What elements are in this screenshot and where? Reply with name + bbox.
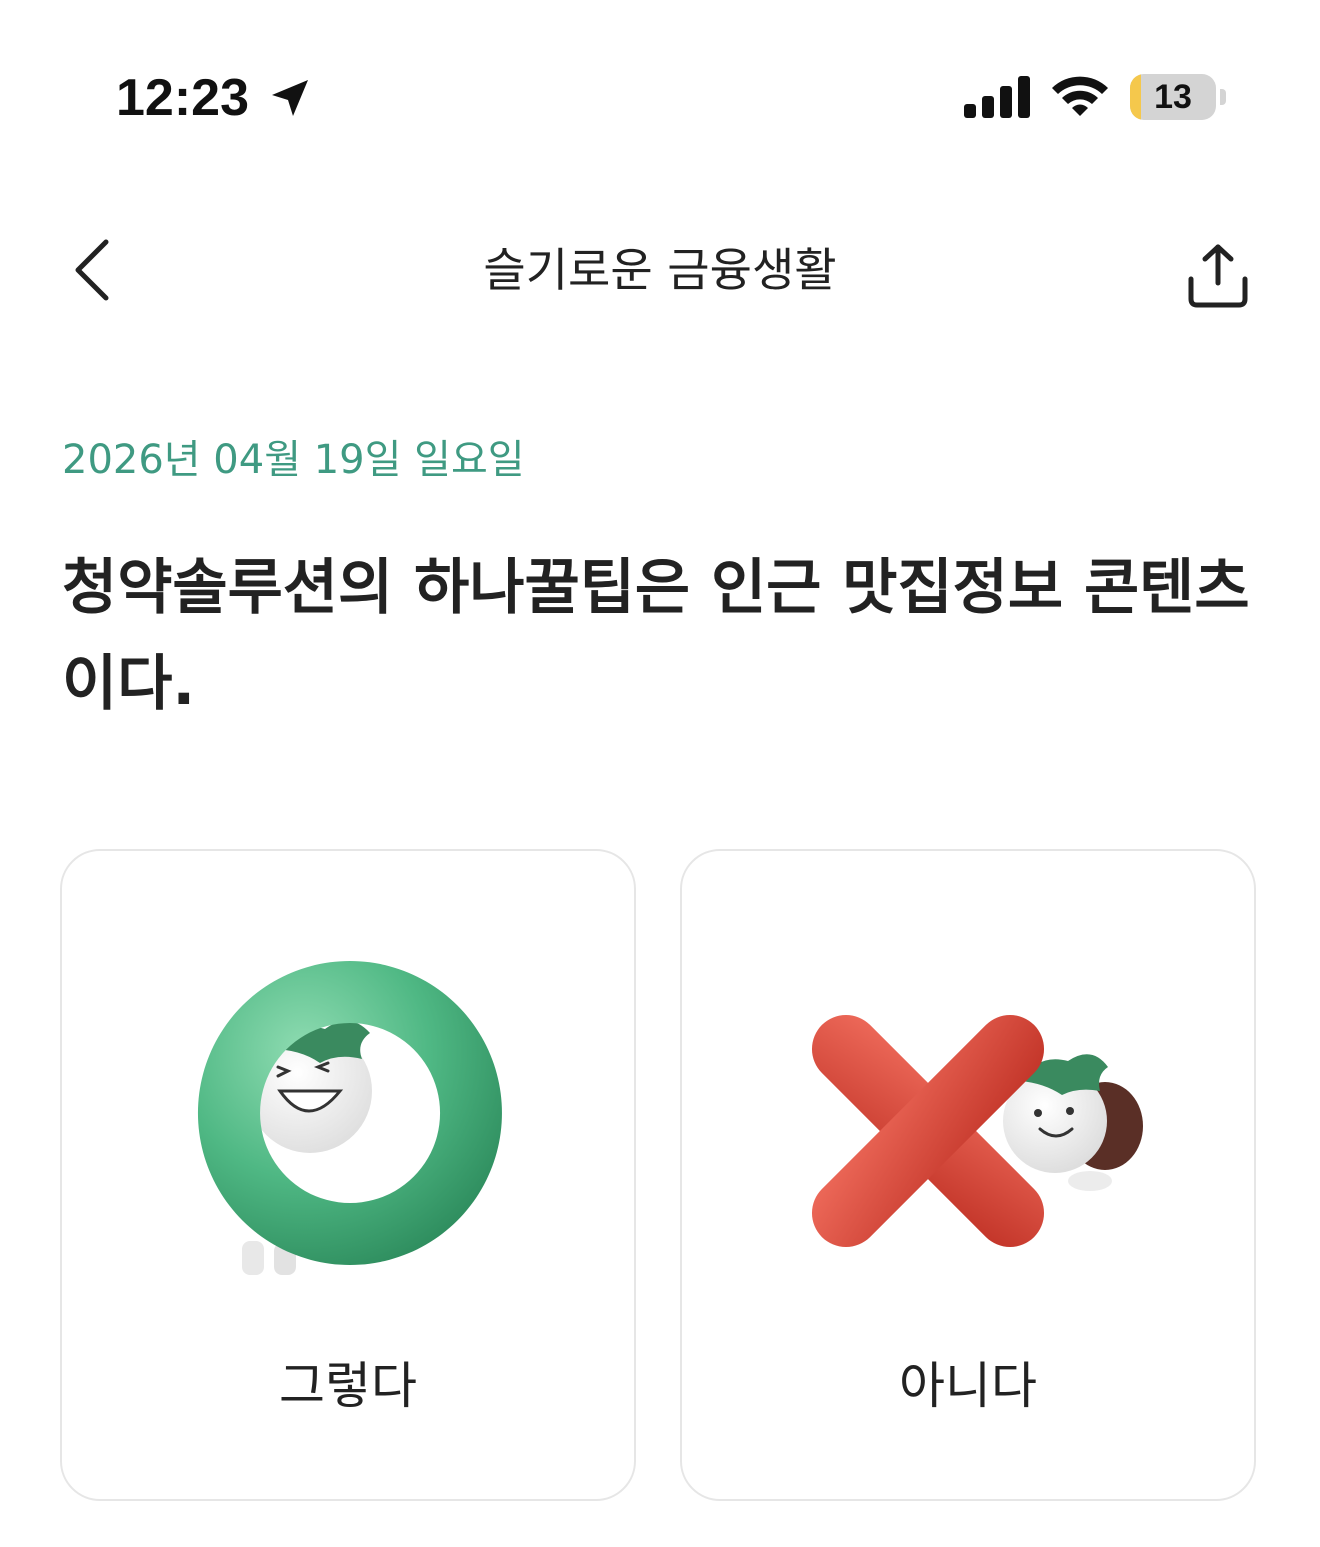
status-time: 12:23 xyxy=(116,69,249,127)
location-arrow-icon xyxy=(272,80,308,116)
answer-choices: 그렇다 아니다 xyxy=(60,849,1260,1505)
cellular-signal-icon xyxy=(964,76,1030,118)
navigation-bar: 슬기로운 금융생활 xyxy=(0,200,1320,350)
o-ring-character-icon xyxy=(197,961,502,1275)
wifi-icon xyxy=(1052,76,1108,116)
back-button[interactable] xyxy=(52,230,132,310)
answer-no-label: 아니다 xyxy=(899,1357,1037,1415)
chevron-left-icon xyxy=(75,239,109,301)
answer-yes-button[interactable]: 그렇다 xyxy=(60,849,636,1501)
x-mark-character-icon xyxy=(811,1014,1143,1248)
answer-yes-label: 그렇다 xyxy=(279,1357,417,1415)
status-bar: 12:23 13 xyxy=(0,0,1320,190)
quiz-date: 2026년 04월 19일 일요일 xyxy=(62,437,525,483)
quiz-question: 청약솔루션의 하나꿀팁은 인근 맛집정보 콘텐츠이다. xyxy=(62,553,1250,719)
page-title: 슬기로운 금융생활 xyxy=(483,243,837,297)
battery-body: 13 xyxy=(1130,74,1216,120)
share-button[interactable] xyxy=(1176,234,1260,318)
battery-level: 13 xyxy=(1154,78,1192,116)
battery-indicator: 13 xyxy=(1130,74,1226,120)
share-icon xyxy=(1188,244,1248,308)
answer-no-button[interactable]: 아니다 xyxy=(680,849,1256,1501)
battery-cap xyxy=(1220,89,1226,105)
